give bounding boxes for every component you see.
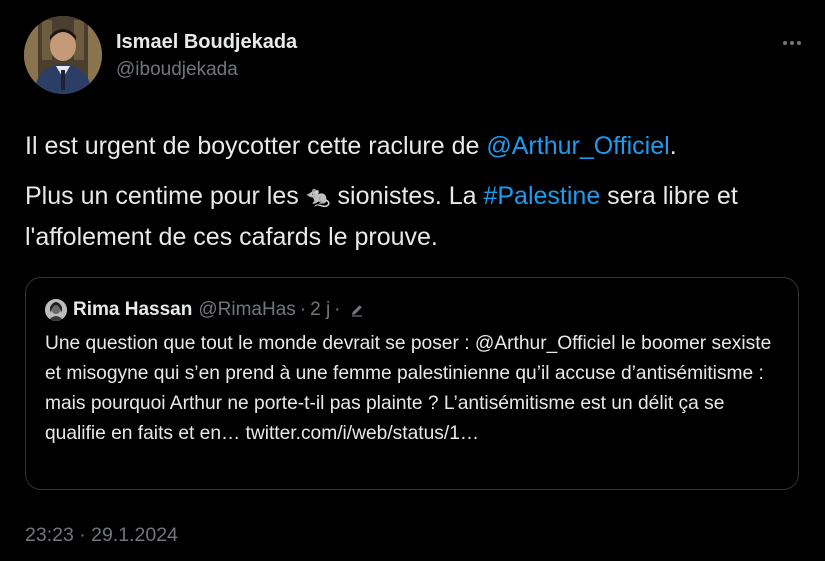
hashtag-link[interactable]: #Palestine	[483, 182, 600, 210]
pencil-edit-icon[interactable]	[350, 303, 364, 317]
tweet-text-segment: .	[669, 132, 677, 160]
tweet-date[interactable]: 29.1.2024	[91, 524, 178, 546]
mention-link[interactable]: @Arthur_Officiel	[486, 132, 669, 160]
separator-dot: ·	[79, 524, 86, 546]
tweet-paragraph-2: Plus un centime pour les 🐀 sionistes. La…	[25, 176, 805, 257]
quoted-tweet[interactable]: Rima Hassan @RimaHas · 2 j · Une questio…	[25, 277, 799, 490]
separator-dot: ·	[299, 299, 307, 320]
tweet-header: Ismael Boudjekada @iboudjekada	[24, 16, 804, 96]
tweet-paragraph-1: Il est urgent de boycotter cette raclure…	[25, 126, 805, 166]
author-name[interactable]: Ismael Boudjekada	[116, 31, 297, 54]
tweet-text: Il est urgent de boycotter cette raclure…	[25, 126, 805, 267]
quoted-tweet-header: Rima Hassan @RimaHas · 2 j ·	[45, 298, 364, 322]
author-handle[interactable]: @iboudjekada	[116, 59, 238, 81]
author-avatar[interactable]	[24, 16, 102, 94]
quoted-author-name[interactable]: Rima Hassan	[73, 299, 192, 321]
quoted-tweet-time[interactable]: 2 j	[310, 299, 330, 321]
tweet-timestamp: 23:23 · 29.1.2024	[25, 524, 178, 547]
tweet-text-segment: Plus un centime pour les	[25, 182, 306, 210]
separator-dot: ·	[334, 299, 341, 320]
more-horizontal-icon[interactable]	[782, 30, 802, 51]
tweet-time[interactable]: 23:23	[25, 524, 74, 546]
tweet-text-segment: sionistes. La	[330, 182, 484, 210]
tweet-text-segment: Il est urgent de boycotter cette raclure…	[25, 132, 487, 160]
quoted-author-avatar[interactable]	[45, 299, 67, 321]
rat-emoji-icon: 🐀	[305, 186, 331, 208]
quoted-author-handle[interactable]: @RimaHas	[198, 299, 295, 321]
quoted-tweet-text: Une question que tout le monde devrait s…	[45, 333, 772, 444]
